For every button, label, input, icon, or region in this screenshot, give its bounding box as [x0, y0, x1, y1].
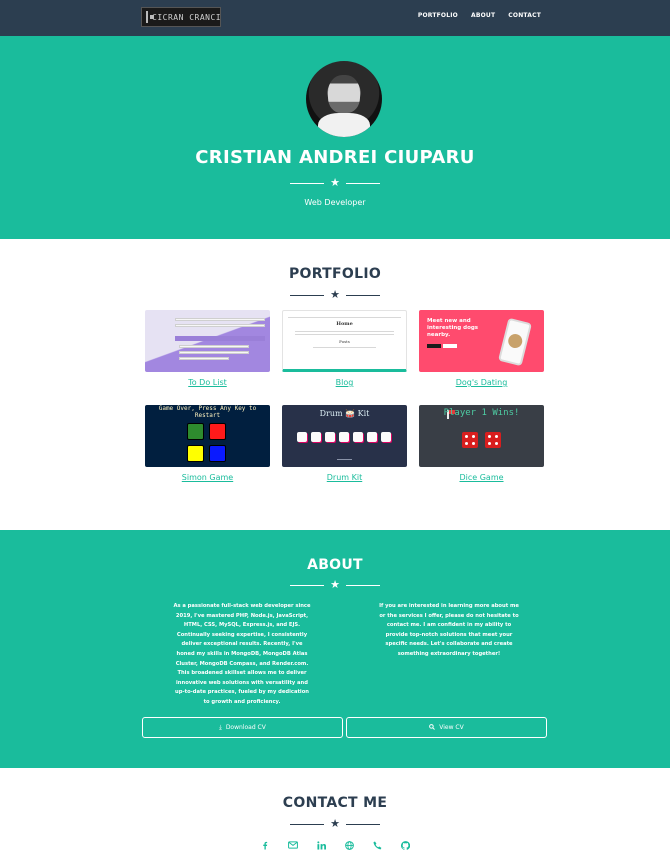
green-square — [187, 423, 204, 440]
chip-icon — [146, 11, 154, 23]
drum-thumb-text: Drum 🥁 Kit — [319, 409, 370, 418]
portfolio-card-dog[interactable]: Meet new and interesting dogs nearby. Do… — [419, 310, 544, 387]
star-icon: ★ — [330, 578, 340, 591]
drum-key — [311, 432, 321, 442]
portfolio-link-dog[interactable]: Dog's Dating — [419, 378, 544, 387]
thumb-header — [175, 336, 265, 341]
profile-avatar — [306, 61, 382, 137]
blog-thumb-sub: Posts — [339, 339, 350, 344]
nav-links: PORTFOLIO ABOUT CONTACT — [418, 12, 541, 19]
portfolio-card-blog[interactable]: Home Posts Blog — [282, 310, 407, 387]
portfolio-link-dice[interactable]: Dice Game — [419, 473, 544, 482]
nav-link-contact[interactable]: CONTACT — [508, 12, 541, 19]
download-icon: ⤓ — [219, 723, 222, 731]
thumb-line — [288, 317, 401, 318]
portfolio-link-todo[interactable]: To Do List — [145, 378, 270, 387]
blog-thumbnail[interactable]: Home Posts — [282, 310, 407, 372]
portfolio-card-todo[interactable]: To Do List — [145, 310, 270, 387]
divider-line — [290, 182, 325, 184]
nav-link-portfolio[interactable]: PORTFOLIO — [418, 12, 458, 19]
drum-key — [339, 432, 349, 442]
thumb-row — [179, 357, 229, 360]
portfolio-link-drum[interactable]: Drum Kit — [282, 473, 407, 482]
divider-line — [345, 294, 380, 296]
blog-thumb-heading: Home — [336, 321, 353, 327]
top-navbar: CICRAN CRANCI PORTFOLIO ABOUT CONTACT — [0, 0, 670, 36]
thumb-line — [313, 347, 376, 348]
phone-image — [498, 317, 532, 367]
dog-thumbnail[interactable]: Meet new and interesting dogs nearby. — [419, 310, 544, 372]
facebook-icon[interactable] — [260, 840, 270, 850]
dice-image — [462, 432, 478, 448]
about-right-text: If you are interested in learning more a… — [379, 603, 519, 657]
thumb-row — [175, 318, 265, 321]
drum-key — [367, 432, 377, 442]
thumb-button — [443, 344, 457, 348]
site-logo[interactable]: CICRAN CRANCI — [141, 7, 221, 27]
portfolio-link-blog[interactable]: Blog — [282, 378, 407, 387]
globe-icon[interactable] — [344, 840, 354, 850]
envelope-icon[interactable] — [288, 840, 298, 850]
view-cv-label: View CV — [439, 724, 464, 731]
hero-header: CRISTIAN ANDREI CIUPARU ★ Web Developer — [0, 36, 670, 239]
thumb-row — [179, 345, 249, 348]
portfolio-card-dice[interactable]: Player 1 Wins! Dice Game — [419, 405, 544, 482]
thumb-line — [295, 334, 394, 335]
contact-title: CONTACT ME — [282, 795, 388, 811]
social-links — [0, 840, 670, 850]
about-title: ABOUT — [307, 557, 363, 573]
contact-divider: ★ — [0, 818, 670, 830]
drum-thumbnail[interactable]: Drum 🥁 Kit — [282, 405, 407, 467]
divider-line — [345, 823, 380, 825]
nav-link-about[interactable]: ABOUT — [471, 12, 495, 19]
drum-key — [381, 432, 391, 442]
phone-icon[interactable] — [372, 840, 382, 850]
about-section: ABOUT ★ As a passionate full-stack web d… — [0, 530, 670, 768]
divider-line — [290, 823, 325, 825]
download-cv-label: Download CV — [225, 724, 266, 731]
dice-thumbnail[interactable]: Player 1 Wins! — [419, 405, 544, 467]
divider-line — [290, 294, 325, 296]
red-square — [209, 423, 226, 440]
simon-thumbnail[interactable]: Game Over, Press Any Key to Restart — [145, 405, 270, 467]
divider-line — [345, 182, 380, 184]
drum-key — [353, 432, 363, 442]
view-cv-button[interactable]: View CV — [346, 717, 547, 738]
about-divider: ★ — [0, 579, 670, 591]
hero-subtitle: Web Developer — [304, 198, 366, 207]
dog-thumb-text: Meet new and interesting dogs nearby. — [427, 318, 479, 338]
linkedin-icon[interactable] — [316, 840, 326, 850]
yellow-square — [187, 445, 204, 462]
portfolio-card-drum[interactable]: Drum 🥁 Kit Drum Kit — [282, 405, 407, 482]
hero-divider: ★ — [0, 177, 670, 189]
thumb-button — [427, 344, 441, 348]
thumb-row — [179, 351, 249, 354]
download-cv-button[interactable]: ⤓ Download CV — [142, 717, 343, 738]
portfolio-card-simon[interactable]: Game Over, Press Any Key to Restart Simo… — [145, 405, 270, 482]
thumb-row — [175, 324, 265, 327]
simon-thumb-text: Game Over, Press Any Key to Restart — [158, 405, 257, 419]
dice-thumb-text: Player 1 Wins! — [443, 408, 520, 418]
hero-name: CRISTIAN ANDREI CIUPARU — [195, 147, 475, 168]
portfolio-divider: ★ — [0, 289, 670, 301]
divider-line — [290, 584, 325, 586]
drum-key — [325, 432, 335, 442]
about-left-text: As a passionate full-stack web developer… — [173, 603, 311, 705]
drum-key — [297, 432, 307, 442]
search-icon — [429, 723, 436, 732]
star-icon: ★ — [330, 288, 340, 301]
portfolio-link-simon[interactable]: Simon Game — [145, 473, 270, 482]
dice-image — [485, 432, 501, 448]
thumb-footer-line — [337, 459, 352, 460]
star-icon: ★ — [330, 817, 340, 830]
divider-line — [345, 584, 380, 586]
blue-square — [209, 445, 226, 462]
logo-text: CICRAN CRANCI — [152, 12, 222, 22]
thumb-line — [295, 331, 394, 332]
portfolio-title: PORTFOLIO — [288, 266, 382, 282]
github-icon[interactable] — [400, 840, 410, 850]
star-icon: ★ — [330, 176, 340, 189]
todo-thumbnail[interactable] — [145, 310, 270, 372]
